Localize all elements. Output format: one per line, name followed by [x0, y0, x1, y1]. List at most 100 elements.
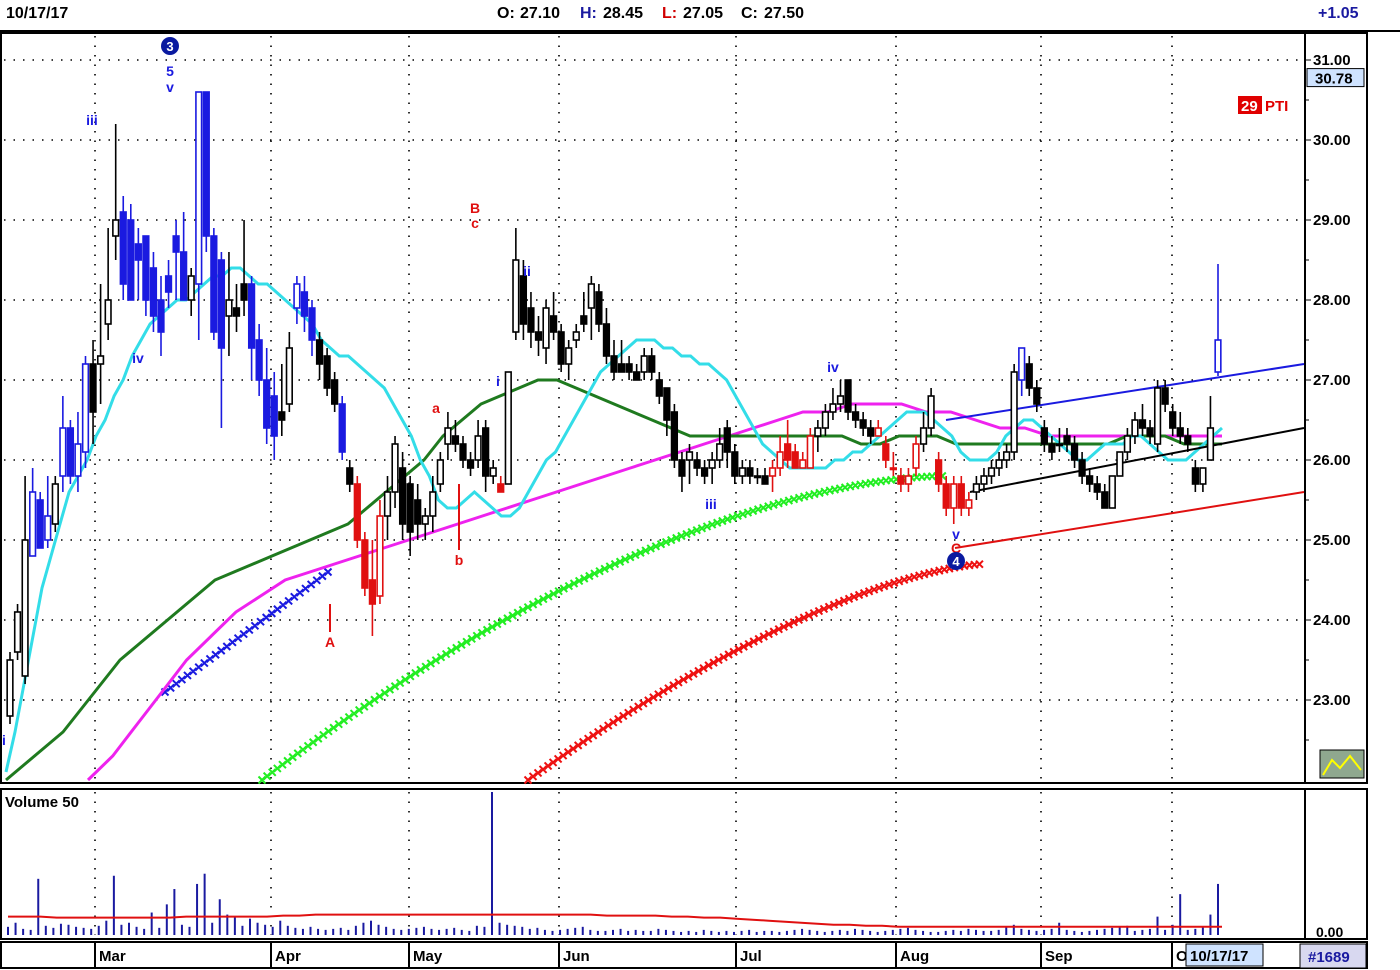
candle-body	[1002, 451, 1011, 461]
wave-label: c	[471, 215, 479, 231]
wave-label: b	[455, 552, 464, 568]
candle-body	[497, 483, 505, 493]
price-tick-label: 28.00	[1313, 292, 1351, 309]
candle-body	[534, 331, 543, 341]
candle-body	[829, 403, 837, 413]
candle-body	[466, 459, 475, 469]
candle-body	[29, 491, 37, 557]
candle-body	[1108, 475, 1116, 509]
candle-body	[474, 435, 482, 461]
candle-body	[96, 355, 105, 365]
price-tick-label: 30.00	[1313, 132, 1351, 149]
candle-body	[580, 315, 588, 325]
stock-chart[interactable]: 23.0024.0025.0026.0027.0028.0029.0030.00…	[0, 0, 1400, 970]
chart-id: #1689	[1308, 949, 1350, 966]
wave-label: a	[432, 400, 440, 416]
candle-body	[859, 419, 867, 429]
candle-body	[51, 483, 59, 525]
candle	[66, 420, 75, 484]
candle-body	[595, 291, 603, 325]
candle-body	[1040, 427, 1048, 445]
candle-body	[670, 411, 679, 461]
candle-body	[549, 315, 558, 333]
candle-body	[791, 451, 799, 469]
candle	[595, 284, 603, 332]
candle-body	[195, 91, 203, 285]
candle-body	[1146, 427, 1154, 437]
candle-body	[81, 363, 90, 453]
candle-body	[187, 275, 195, 301]
candle-body	[36, 499, 44, 549]
candle-body	[708, 459, 716, 469]
candle-body	[127, 219, 135, 301]
wave-label: 4	[952, 554, 960, 569]
wave-label: i	[2, 732, 6, 748]
candle-body	[104, 299, 112, 325]
candle	[927, 388, 935, 436]
candle-body	[240, 283, 248, 301]
candle-body	[247, 283, 256, 349]
candle-body	[376, 515, 384, 597]
candle-body	[1078, 459, 1086, 477]
candle-body	[761, 475, 769, 485]
candle-body	[542, 307, 550, 349]
candle-body	[700, 467, 709, 477]
volume-zero-label: 0.00	[1316, 924, 1343, 940]
candle-body	[180, 251, 188, 301]
month-label: Mar	[99, 948, 126, 965]
candle-body	[1070, 443, 1079, 461]
candle	[210, 228, 218, 340]
candle	[119, 196, 127, 300]
candle-body	[678, 459, 686, 477]
candle-body	[935, 459, 943, 485]
candle-body	[353, 483, 361, 541]
candle-body	[972, 483, 981, 493]
candle-body	[1123, 435, 1132, 453]
candle-body	[572, 331, 580, 341]
candle-body	[768, 467, 777, 477]
candle-body	[753, 475, 762, 479]
candle-body	[1025, 363, 1033, 389]
candle-body	[1010, 371, 1018, 453]
candle-body	[527, 307, 535, 333]
candle-body	[44, 515, 52, 541]
candle	[1153, 380, 1162, 452]
price-tick-label: 24.00	[1313, 612, 1351, 629]
candle-body	[867, 427, 875, 437]
candle-body	[210, 235, 218, 333]
candle	[13, 604, 22, 660]
candle-body	[202, 91, 210, 237]
candle-body	[1116, 451, 1124, 477]
wave-label: iv	[132, 350, 144, 366]
candle-body	[1018, 347, 1026, 381]
candle-body	[504, 371, 512, 485]
month-label: Jul	[740, 948, 762, 965]
last-price-value: 30.78	[1315, 71, 1353, 88]
candle-body	[436, 459, 444, 485]
candle-body	[134, 243, 142, 261]
pti-value: 29	[1241, 98, 1258, 115]
month-label: Apr	[275, 948, 301, 965]
candle-body	[942, 483, 950, 509]
candle-body	[1101, 491, 1109, 509]
candle-body	[663, 387, 671, 421]
candle-body	[1055, 443, 1064, 447]
wave-label: iv	[827, 359, 839, 375]
candle-body	[331, 379, 339, 405]
price-tick-label: 31.00	[1313, 52, 1351, 69]
candle-body	[59, 427, 67, 477]
candle-body	[414, 499, 422, 525]
candle-body	[602, 323, 611, 357]
candle-body	[164, 275, 173, 293]
price-tick-label: 29.00	[1313, 212, 1351, 229]
candle-body	[482, 427, 490, 477]
candle-body	[640, 355, 648, 373]
candle	[6, 652, 14, 724]
price-tick-label: 25.00	[1313, 532, 1351, 549]
candle-body	[987, 467, 996, 477]
month-label: May	[413, 948, 443, 965]
candle-body	[263, 379, 271, 429]
candle-body	[617, 363, 626, 373]
candle-body	[784, 443, 792, 461]
candle-body	[398, 467, 407, 525]
